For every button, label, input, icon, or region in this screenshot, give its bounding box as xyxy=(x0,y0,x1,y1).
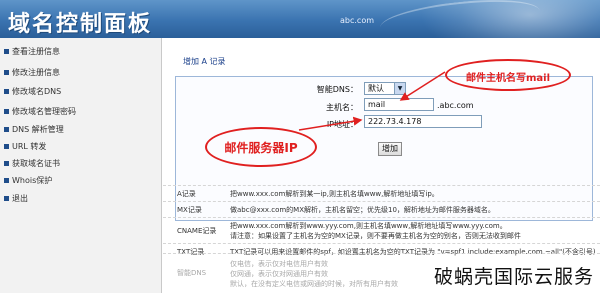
sidebar-item-url-forward[interactable]: URL 转发 xyxy=(0,139,162,155)
header-bar: 域名控制面板 abc.com xyxy=(0,0,600,38)
record-key: A记录 xyxy=(177,190,196,198)
sidebar-item-label: 查看注册信息 xyxy=(12,47,60,56)
bullet-icon xyxy=(4,161,9,166)
arrow-to-host xyxy=(399,71,446,101)
sidebar-item-label: 修改域名管理密码 xyxy=(12,107,76,116)
record-row-cname: CNAME记录 把www.xxx.com解析到www.yyy.com,则主机名填… xyxy=(163,217,600,243)
host-note-bubble: 邮件主机名写mail xyxy=(445,59,571,91)
sidebar-item-view-registration[interactable]: 查看注册信息 xyxy=(0,44,162,60)
record-key: MX记录 xyxy=(177,206,202,214)
host-note-text: 邮件主机名写mail xyxy=(465,73,551,84)
page-title: 域名控制面板 xyxy=(8,11,153,37)
record-desc: 请注意：如果设置了主机名为空的MX记录，则不要再做主机名为空的别名，否则无法收到… xyxy=(230,232,521,240)
record-desc: 默认，在没有定义电信或网通的时候，对所有用户有效 xyxy=(230,280,398,288)
sidebar-item-label: 修改注册信息 xyxy=(12,68,60,77)
sidebar-item-label: 修改域名DNS xyxy=(12,87,62,96)
sidebar-item-label: Whois保护 xyxy=(12,176,53,185)
record-row-mx: MX记录 做abc@xxx.com的MX解析，主机名留空；优先级10，解析地址为… xyxy=(163,201,600,217)
sidebar-item-dns-management[interactable]: DNS 解析管理 xyxy=(0,122,162,138)
bullet-icon xyxy=(4,70,9,75)
sidebar-item-label: 退出 xyxy=(12,194,28,203)
arrow-to-ip xyxy=(298,116,363,131)
main-content: 增加 A 记录 智能DNS： 默认 ▼ 主机名： mail .abc.com I… xyxy=(163,38,600,293)
sidebar-item-edit-dns[interactable]: 修改域名DNS xyxy=(0,84,162,100)
bullet-icon xyxy=(4,109,9,114)
watermark: 破蜗壳国际云服务 xyxy=(431,262,596,289)
record-desc: 仅电信，表示仅对电信用户有效 xyxy=(230,260,328,268)
bullet-icon xyxy=(4,89,9,94)
bullet-icon xyxy=(4,144,9,149)
bullet-icon xyxy=(4,127,9,132)
bullet-icon xyxy=(4,196,9,201)
sidebar-item-whois-protection[interactable]: Whois保护 xyxy=(0,173,162,189)
record-row-a: A记录 把www.xxx.com解析到某一ip,则主机名填www,解析地址填写i… xyxy=(163,185,600,201)
record-desc: 仅网通，表示仅对网通用户有效 xyxy=(230,270,328,278)
sidebar-item-label: 获取域名证书 xyxy=(12,159,60,168)
ip-note-bubble: 邮件服务器IP xyxy=(205,127,317,167)
record-desc: 做abc@xxx.com的MX解析，主机名留空；优先级10，解析地址为邮件服务器… xyxy=(230,206,495,214)
record-key: 智能DNS xyxy=(177,269,207,277)
record-desc: 把www.xxx.com解析到www.yyy.com,则主机名填www,解析地址… xyxy=(230,222,507,230)
sidebar-item-certificate[interactable]: 获取域名证书 xyxy=(0,156,162,172)
sidebar: 查看注册信息 修改注册信息 修改域名DNS 修改域名管理密码 DNS 解析管理 … xyxy=(0,38,162,293)
sidebar-item-change-password[interactable]: 修改域名管理密码 xyxy=(0,104,162,120)
sidebar-item-label: DNS 解析管理 xyxy=(12,125,64,134)
bullet-icon xyxy=(4,178,9,183)
site-domain: abc.com xyxy=(340,16,375,25)
sidebar-item-edit-registration[interactable]: 修改注册信息 xyxy=(0,65,162,81)
sidebar-item-label: URL 转发 xyxy=(12,142,47,151)
bullet-icon xyxy=(4,49,9,54)
record-key: CNAME记录 xyxy=(177,227,217,235)
ip-note-text: 邮件服务器IP xyxy=(224,141,298,155)
record-desc: 把www.xxx.com解析到某一ip,则主机名填www,解析地址填写ip。 xyxy=(230,190,439,198)
sidebar-item-logout[interactable]: 退出 xyxy=(0,191,162,207)
